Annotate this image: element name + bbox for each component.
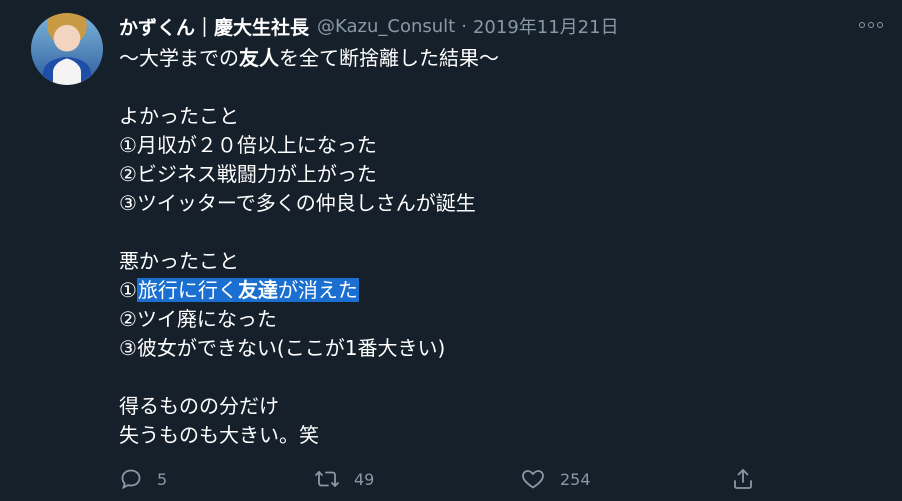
user-handle[interactable]: @Kazu_Consult [317,16,455,37]
title-line: 〜大学までの友人を全て断捨離した結果〜 [119,44,859,73]
bad-item-1-part-c: が消えた [277,278,358,302]
retweet-icon [314,467,340,491]
more-dot-3 [877,22,883,28]
tweet-text: 〜大学までの友人を全て断捨離した結果〜 よかったこと ①月収が２０倍以上になった… [119,44,859,450]
selected-text: 旅行に行く友達が消えた [136,278,359,302]
like-button[interactable]: 254 [520,462,591,496]
tweet[interactable]: かずくん｜慶大生社長 @Kazu_Consult · 2019年11月21日 〜… [0,0,902,501]
reply-icon [119,467,143,491]
avatar[interactable] [31,13,103,85]
display-name[interactable]: かずくん｜慶大生社長 [119,13,309,40]
more-dot-1 [859,22,865,28]
bad-heading: 悪かったこと [119,249,239,273]
bad-item-1-prefix: ① [119,278,137,302]
good-heading: よかったこと [119,104,239,128]
tweet-actions: 5 49 254 [119,462,769,496]
bad-item-2: ②ツイ廃になった [119,307,277,331]
retweet-count: 49 [354,469,375,489]
closing-line-1: 得るものの分だけ [119,394,279,418]
retweet-button[interactable]: 49 [314,462,374,496]
meta-separator: · [461,15,467,37]
more-dot-2 [868,22,874,28]
bad-item-1: ①旅行に行く友達が消えた [119,276,859,305]
tweet-date[interactable]: 2019年11月21日 [473,13,619,39]
share-button[interactable] [731,462,755,496]
more-icon[interactable] [856,12,886,38]
good-item-3: ③ツイッターで多くの仲良しさんが誕生 [119,191,476,215]
closing-line-2: 失うものも大きい。笑 [119,423,319,447]
share-icon [731,467,755,491]
good-item-2: ②ビジネス戦闘力が上がった [119,162,377,186]
title-part-b: 友人 [239,46,279,70]
bad-item-1-part-b: 友達 [237,278,278,302]
reply-button[interactable]: 5 [119,462,167,496]
title-part-c: を全て断捨離した結果〜 [279,46,499,70]
like-count: 254 [560,469,591,489]
bad-item-3: ③彼女ができない(ここが1番大きい) [119,336,446,360]
good-item-1: ①月収が２０倍以上になった [119,133,377,157]
heart-icon [520,467,546,491]
bad-item-1-part-a: 旅行に行く [137,278,238,302]
reply-count: 5 [157,469,168,489]
title-part-a: 〜大学までの [119,46,239,70]
tweet-header: かずくん｜慶大生社長 @Kazu_Consult · 2019年11月21日 [119,10,619,42]
